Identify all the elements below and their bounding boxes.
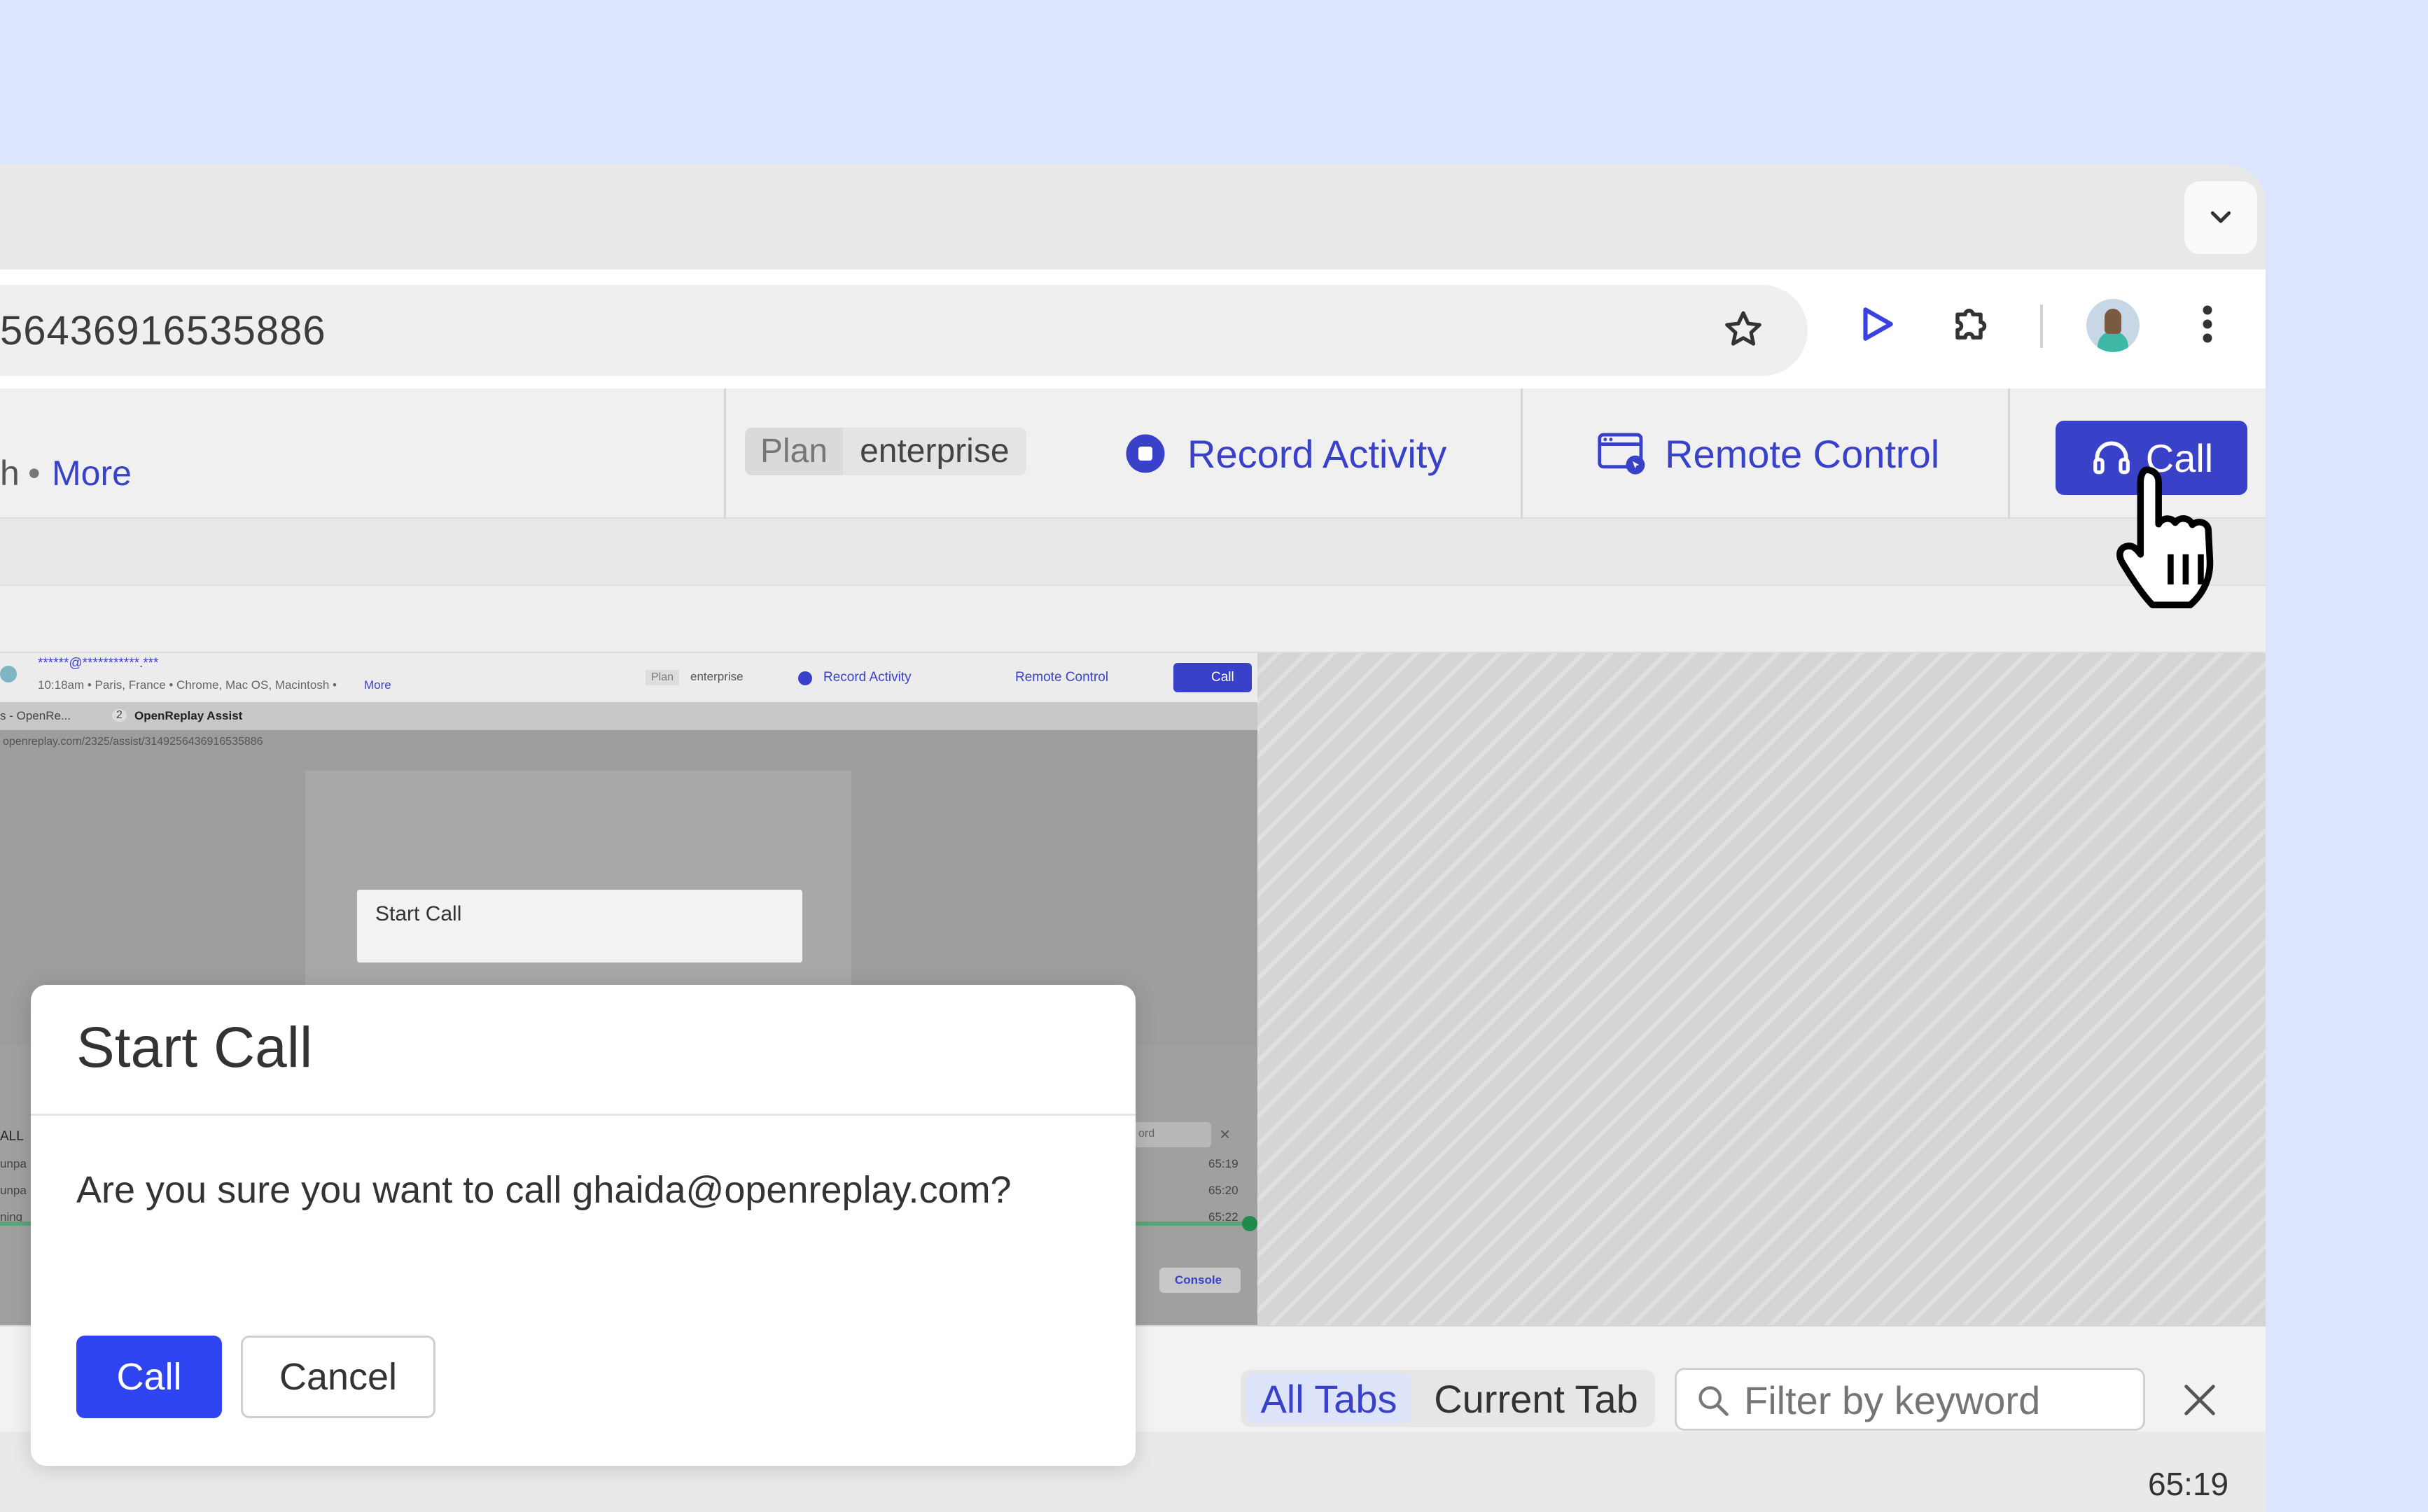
dialog-message: Are you sure you want to call ghaida@ope…: [76, 1169, 1012, 1211]
preview-header: ******@***********.*** 10:18am • Paris, …: [0, 653, 1257, 702]
tabs-row: [0, 519, 2266, 586]
plan-value: enterprise: [860, 433, 1010, 470]
record-activity-label: Record Activity: [1187, 431, 1447, 476]
address-bar[interactable]: 56436916535886: [0, 285, 1808, 376]
preview-row-time: 65:19: [1208, 1157, 1239, 1170]
more-link[interactable]: More: [52, 453, 132, 493]
preview-modal: Start Call: [357, 890, 802, 962]
preview-filter-placeholder: ord: [1138, 1128, 1155, 1140]
preview-plan-value: enterprise: [690, 670, 744, 683]
dialog-title: Start Call: [76, 1016, 313, 1079]
preview-console-button: Console: [1159, 1268, 1241, 1293]
remote-control-button[interactable]: Remote Control: [1598, 388, 1939, 519]
meta-separator: •: [28, 454, 41, 493]
url-text: 56436916535886: [0, 308, 326, 354]
preview-record-label: Record Activity: [823, 670, 912, 685]
preview-remote-label: Remote Control: [1015, 670, 1109, 685]
preview-call-button: Call: [1173, 663, 1252, 692]
current-tab-button[interactable]: Current Tab: [1424, 1374, 1648, 1423]
header-divider: [2008, 388, 2010, 519]
hand-pointer-cursor-icon: [2116, 466, 2214, 608]
play-extension-icon[interactable]: [1848, 296, 1904, 352]
preview-meta: 10:18am • Paris, France • Chrome, Mac OS…: [38, 678, 337, 692]
remote-control-label: Remote Control: [1665, 431, 1940, 476]
session-header: h • More Plan enterprise Record Activity…: [0, 388, 2266, 519]
tab-strip: [0, 164, 2266, 270]
plan-label: Plan: [745, 428, 844, 475]
preview-tab-two-number: 2: [112, 709, 127, 722]
record-activity-button[interactable]: Record Activity: [1124, 388, 1446, 519]
bookmark-star-icon[interactable]: [1715, 302, 1771, 358]
toolbar-divider: [2040, 304, 2043, 348]
preview-console-label: Console: [1175, 1273, 1222, 1287]
header-divider: [724, 388, 726, 519]
session-meta: h: [0, 454, 20, 493]
browser-toolbar: 56436916535886: [0, 270, 2266, 388]
filter-field[interactable]: [1675, 1368, 2145, 1431]
preview-all-label: ALL: [0, 1129, 24, 1144]
all-tabs-button[interactable]: All Tabs: [1246, 1374, 1411, 1423]
plan-badge: Plan enterprise: [745, 428, 1026, 475]
header-divider: [1521, 388, 1523, 519]
tab-search-button[interactable]: [2184, 181, 2257, 254]
url-row: [0, 586, 2266, 653]
start-call-dialog: Start Call Are you sure you want to call…: [31, 985, 1136, 1466]
puzzle-extension-icon[interactable]: [1945, 296, 2001, 352]
preview-more-link: More: [364, 678, 391, 692]
preview-timeline-handle: [1242, 1216, 1257, 1231]
record-icon: [1126, 434, 1165, 473]
preview-user: ******@***********.***: [38, 656, 159, 671]
preview-url: openreplay.com/2325/assist/3149256436916…: [3, 736, 263, 748]
tab-scope-toggle: All Tabs Current Tab: [1241, 1370, 1655, 1427]
filter-input[interactable]: [1744, 1377, 2136, 1423]
preview-row-text: unpa: [0, 1157, 27, 1170]
chevron-down-icon: [2210, 211, 2231, 223]
preview-tab-one: s - OpenRe...: [0, 709, 71, 722]
preview-filter: ord: [1129, 1122, 1211, 1147]
avatar[interactable]: [2086, 299, 2140, 352]
dialog-divider: [31, 1114, 1136, 1116]
close-icon[interactable]: [2173, 1373, 2226, 1427]
preview-tabs: s - OpenRe... 2 OpenReplay Assist: [0, 702, 1257, 730]
more-vert-icon[interactable]: [2179, 296, 2235, 352]
preview-call-label: Call: [1211, 670, 1234, 685]
preview-close-icon: ×: [1220, 1124, 1231, 1144]
search-icon: [1698, 1386, 1729, 1416]
log-timestamp: 65:19: [2148, 1466, 2229, 1502]
remote-control-icon: [1598, 433, 1645, 475]
preview-plan-label: Plan: [646, 670, 680, 685]
preview-row-time: 65:20: [1208, 1184, 1239, 1197]
preview-row-text: unpa: [0, 1184, 27, 1197]
confirm-call-button[interactable]: Call: [76, 1336, 222, 1418]
preview-modal-title: Start Call: [375, 902, 462, 925]
preview-record-icon: [798, 671, 812, 685]
preview-tab-two: OpenReplay Assist: [134, 709, 243, 722]
preview-avatar: [0, 666, 17, 682]
cancel-button[interactable]: Cancel: [241, 1336, 435, 1418]
